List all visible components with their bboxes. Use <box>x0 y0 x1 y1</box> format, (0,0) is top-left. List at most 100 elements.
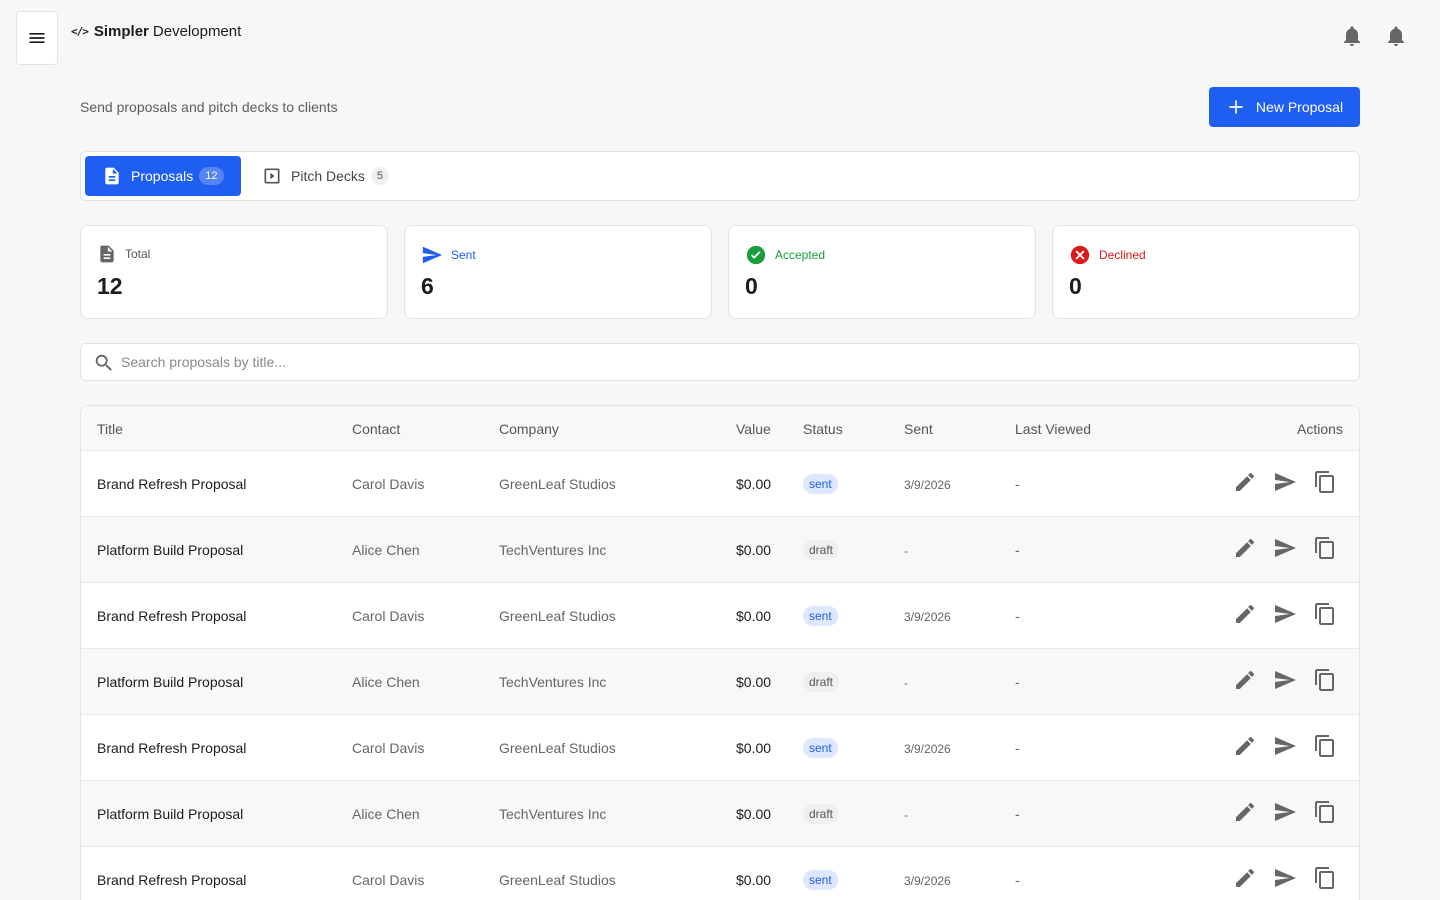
tab-proposals[interactable]: Proposals 12 <box>85 156 241 196</box>
edit-button[interactable] <box>1233 536 1257 560</box>
copy-button[interactable] <box>1313 800 1337 824</box>
bell-icon[interactable] <box>1340 24 1364 48</box>
table-row[interactable]: Platform Build Proposal Alice Chen TechVen… <box>81 781 1359 847</box>
tab-pitch-decks[interactable]: Pitch Decks 5 <box>262 156 390 196</box>
proposals-table: Title Contact Company Value Status Sent … <box>80 405 1360 900</box>
cell-contact: Carol Davis <box>352 476 425 492</box>
stat-card-sent: Sent 6 <box>404 225 712 319</box>
col-status[interactable]: Status <box>803 421 843 437</box>
cell-company: GreenLeaf Studios <box>499 608 616 624</box>
cell-sent-date: - <box>904 544 908 558</box>
edit-button[interactable] <box>1233 668 1257 692</box>
slideshow-icon <box>264 168 280 184</box>
cell-sent-date: 3/9/2026 <box>904 610 951 624</box>
brand-logo[interactable]: </> Simpler Development <box>71 23 241 40</box>
send-button[interactable] <box>1273 470 1297 494</box>
cell-contact: Alice Chen <box>352 542 420 558</box>
stat-sent-value: 6 <box>421 273 434 299</box>
new-proposal-button[interactable]: New Proposal <box>1209 87 1360 127</box>
send-icon <box>1275 473 1296 491</box>
send-button[interactable] <box>1273 536 1297 560</box>
copy-button[interactable] <box>1313 536 1337 560</box>
search-bar <box>80 343 1360 381</box>
edit-button[interactable] <box>1233 866 1257 890</box>
cell-value: $0.00 <box>736 476 772 492</box>
status-badge: sent <box>803 606 838 626</box>
cell-company: GreenLeaf Studios <box>499 476 616 492</box>
copy-button[interactable] <box>1313 602 1337 626</box>
cell-last-viewed: - <box>1015 872 1020 888</box>
table-row[interactable]: Brand Refresh Proposal Carol Davis GreenLe… <box>81 451 1359 517</box>
stat-total-value: 12 <box>97 273 123 299</box>
cell-last-viewed: - <box>1015 542 1020 558</box>
code-icon: </> <box>71 25 89 38</box>
cell-company: GreenLeaf Studios <box>499 740 616 756</box>
copy-icon <box>1315 867 1334 889</box>
edit-icon <box>1236 604 1255 623</box>
table-row[interactable]: Brand Refresh Proposal Carol Davis GreenLe… <box>81 847 1359 900</box>
copy-button[interactable] <box>1313 668 1337 692</box>
copy-button[interactable] <box>1313 866 1337 890</box>
send-button[interactable] <box>1273 602 1297 626</box>
document-icon <box>100 245 114 263</box>
send-icon <box>1275 737 1296 755</box>
status-badge: sent <box>803 474 838 494</box>
document-icon <box>105 167 119 185</box>
table-row[interactable]: Brand Refresh Proposal Carol Davis GreenLe… <box>81 715 1359 781</box>
send-button[interactable] <box>1273 866 1297 890</box>
copy-button[interactable] <box>1313 470 1337 494</box>
stat-accepted-label: Accepted <box>775 248 826 262</box>
cell-title: Brand Refresh Proposal <box>97 476 247 492</box>
stat-declined-value: 0 <box>1069 273 1082 299</box>
page-subtitle: Send proposals and pitch decks to client… <box>80 99 338 115</box>
cell-last-viewed: - <box>1015 608 1020 624</box>
new-proposal-label: New Proposal <box>1255 99 1344 115</box>
bell-icon[interactable] <box>1384 24 1408 48</box>
send-button[interactable] <box>1273 800 1297 824</box>
tab-proposals-label: Proposals <box>131 168 194 184</box>
copy-icon <box>1315 735 1334 757</box>
edit-icon <box>1236 670 1255 689</box>
edit-button[interactable] <box>1233 734 1257 758</box>
brand-name-rest: Development <box>152 23 242 40</box>
cell-last-viewed: - <box>1015 476 1020 492</box>
cell-company: GreenLeaf Studios <box>499 872 616 888</box>
stat-card-total: Total 12 <box>80 225 388 319</box>
send-button[interactable] <box>1273 734 1297 758</box>
edit-button[interactable] <box>1233 800 1257 824</box>
col-title[interactable]: Title <box>97 421 123 437</box>
edit-button[interactable] <box>1233 602 1257 626</box>
send-icon <box>1275 803 1296 821</box>
copy-button[interactable] <box>1313 734 1337 758</box>
edit-icon <box>1236 472 1255 491</box>
cell-title: Brand Refresh Proposal <box>97 872 247 888</box>
send-icon <box>1275 671 1296 689</box>
cell-contact: Carol Davis <box>352 740 425 756</box>
edit-icon <box>1236 802 1255 821</box>
table-row[interactable]: Brand Refresh Proposal Carol Davis GreenLe… <box>81 583 1359 649</box>
table-row[interactable]: Platform Build Proposal Alice Chen TechVen… <box>81 517 1359 583</box>
col-value[interactable]: Value <box>736 421 771 437</box>
cell-value: $0.00 <box>736 674 772 690</box>
cell-contact: Carol Davis <box>352 872 425 888</box>
menu-button[interactable] <box>16 11 58 65</box>
send-button[interactable] <box>1273 668 1297 692</box>
edit-icon <box>1236 736 1255 755</box>
col-sent[interactable]: Sent <box>904 421 933 437</box>
col-last-viewed[interactable]: Last Viewed <box>1015 421 1091 437</box>
cell-value: $0.00 <box>736 872 772 888</box>
search-input[interactable] <box>121 344 1341 380</box>
col-company[interactable]: Company <box>499 421 559 437</box>
menu-icon <box>29 33 45 43</box>
table-row[interactable]: Platform Build Proposal Alice Chen TechVen… <box>81 649 1359 715</box>
cell-last-viewed: - <box>1015 740 1020 756</box>
search-icon <box>95 354 112 371</box>
edit-button[interactable] <box>1233 470 1257 494</box>
x-circle-icon <box>1070 245 1090 265</box>
stat-card-declined: Declined 0 <box>1052 225 1360 319</box>
cell-contact: Alice Chen <box>352 674 420 690</box>
copy-icon <box>1315 537 1334 559</box>
cell-last-viewed: - <box>1015 674 1020 690</box>
col-contact[interactable]: Contact <box>352 421 400 437</box>
send-icon <box>1275 539 1296 557</box>
